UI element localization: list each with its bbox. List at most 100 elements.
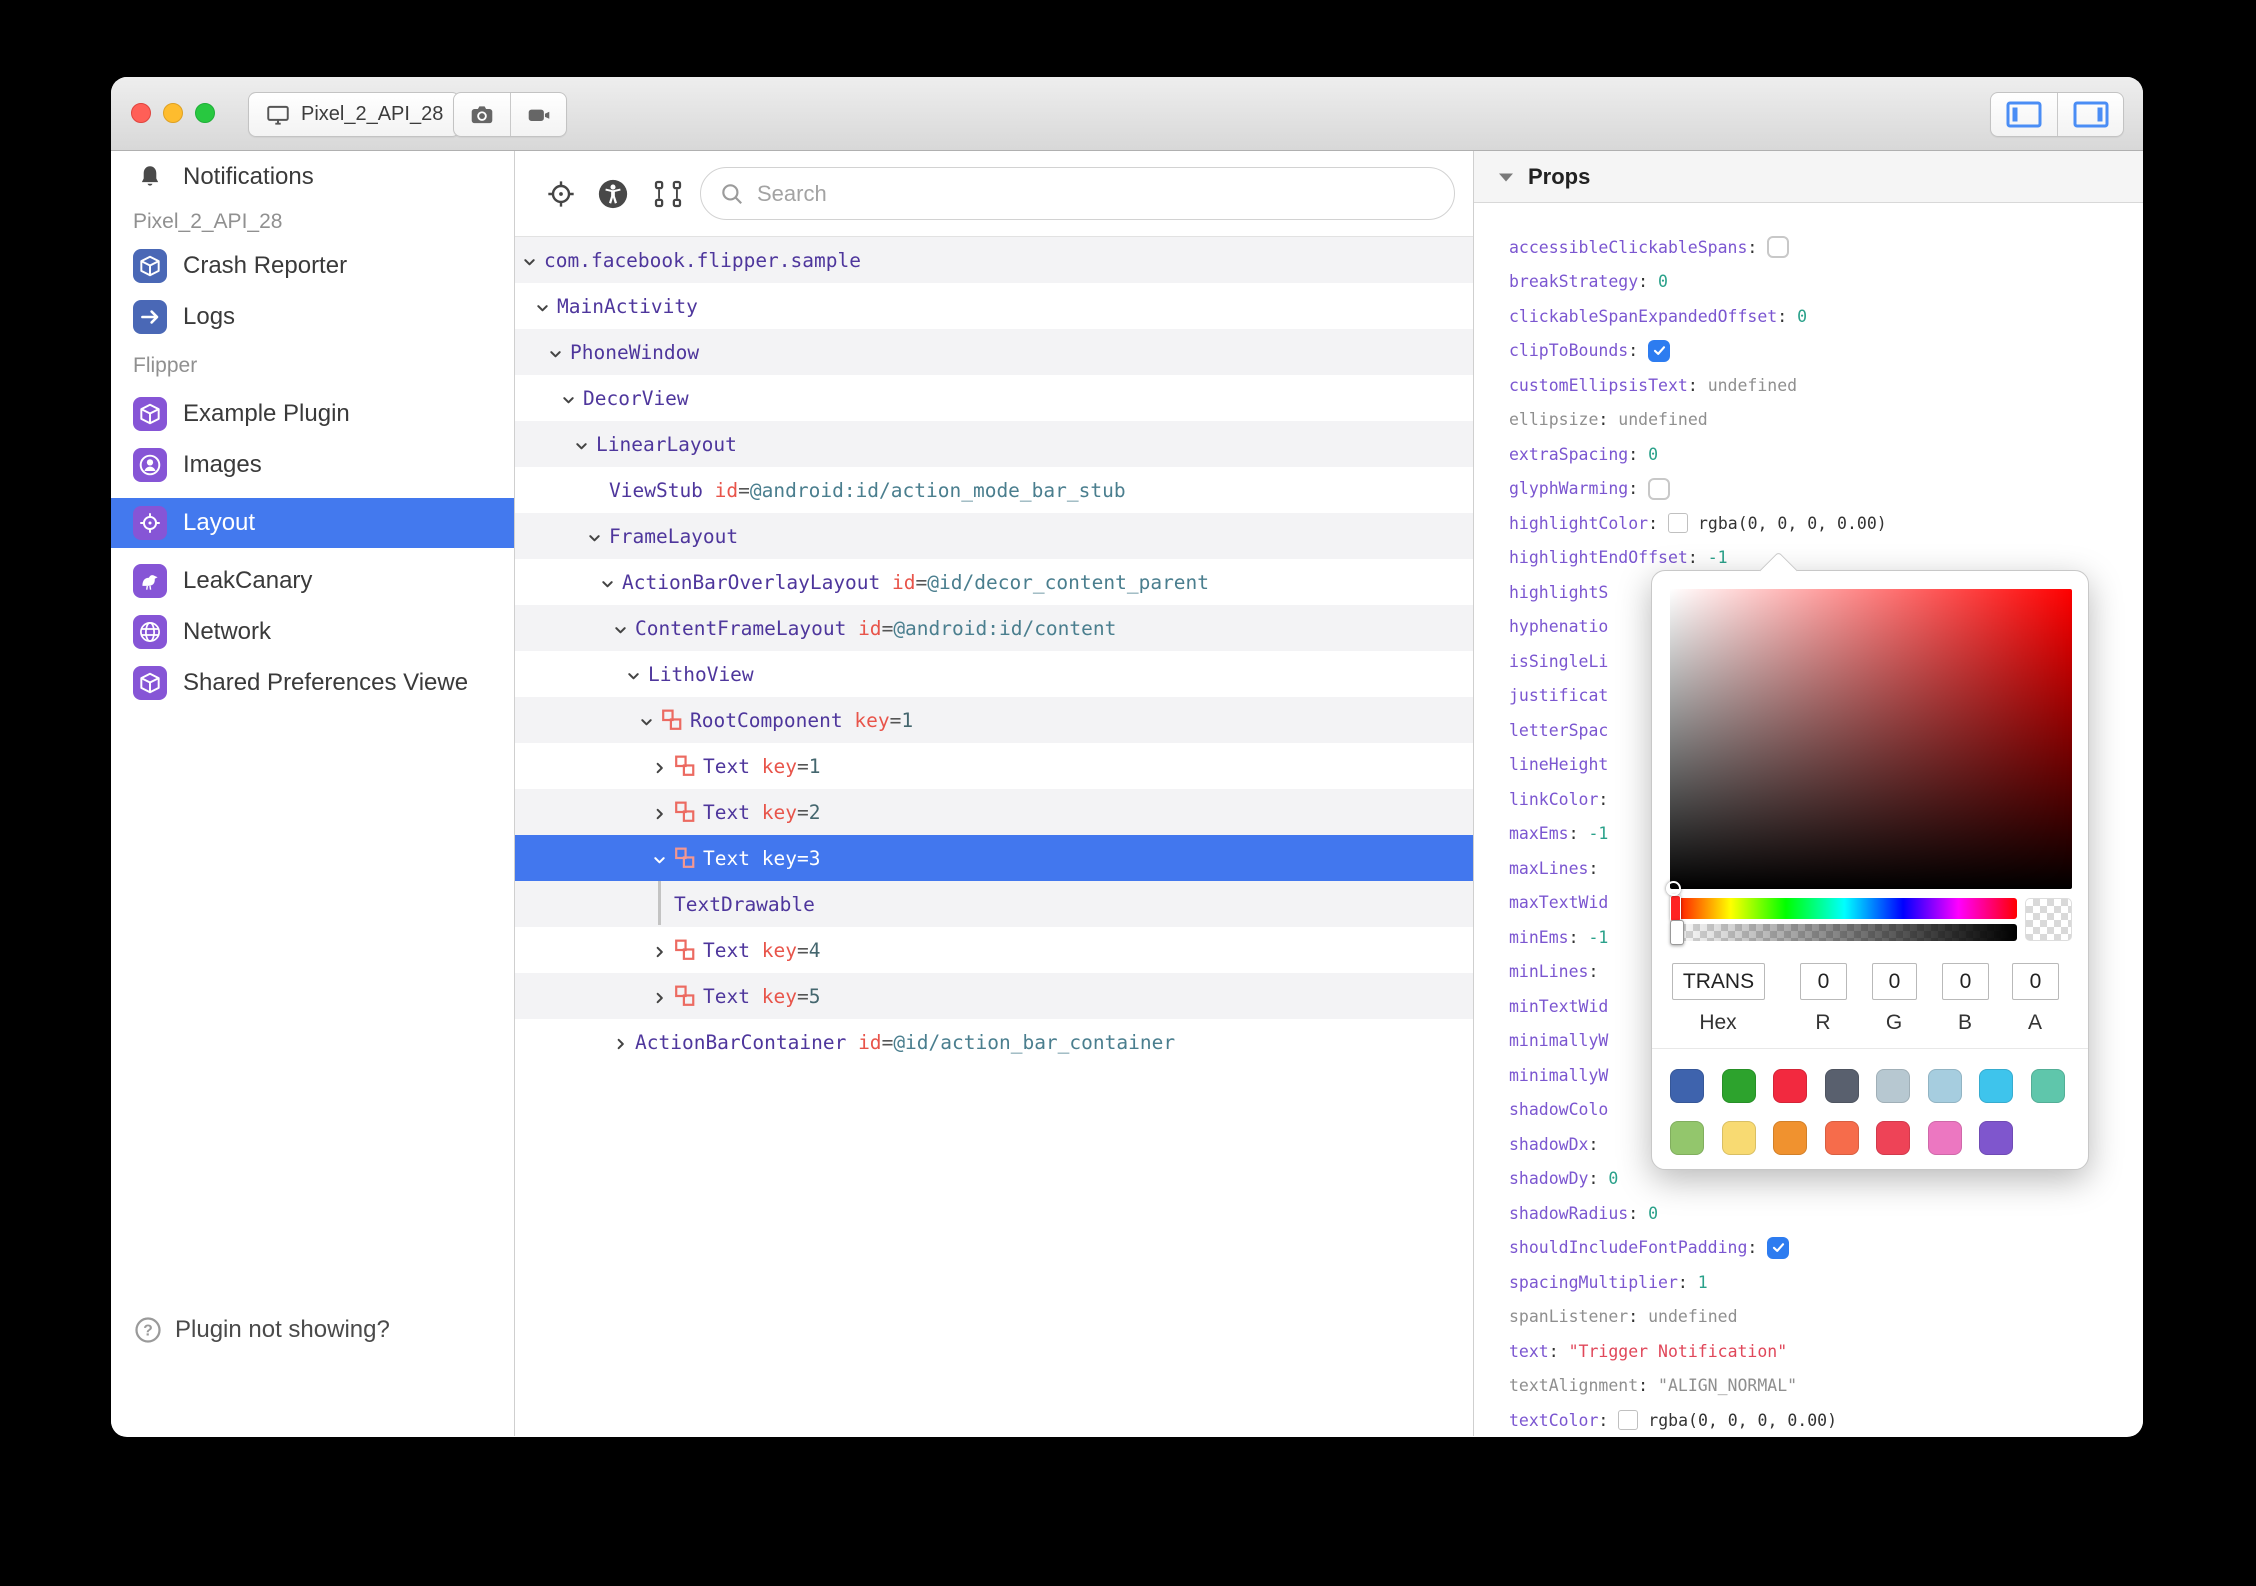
tree-row-text[interactable]: Text key = 5 bbox=[515, 973, 1473, 1019]
sidebar-item-logs[interactable]: Logs bbox=[111, 291, 514, 343]
chevron-right-icon[interactable] bbox=[652, 758, 667, 774]
sidebar-item-shared-preferences-viewe[interactable]: Shared Preferences Viewe bbox=[111, 657, 514, 709]
hue-slider-handle[interactable] bbox=[1670, 895, 1681, 922]
tree-row-rootcomponent[interactable]: RootComponent key = 1 bbox=[515, 697, 1473, 743]
hue-slider[interactable] bbox=[1670, 895, 2017, 922]
chevron-down-icon[interactable] bbox=[548, 344, 563, 360]
sidebar-item-crash-reporter[interactable]: Crash Reporter bbox=[111, 241, 514, 291]
tree-row-text[interactable]: Text key = 3 bbox=[515, 835, 1473, 881]
select-element-icon[interactable] bbox=[652, 178, 684, 210]
chevron-down-icon[interactable] bbox=[522, 252, 537, 268]
tree-row-phonewindow[interactable]: PhoneWindow bbox=[515, 329, 1473, 375]
user-circle-icon bbox=[133, 448, 167, 482]
target-crosshair-icon[interactable] bbox=[545, 178, 577, 210]
hex-input[interactable] bbox=[1672, 963, 1765, 1000]
tree-row-com.facebook.flipper.sample[interactable]: com.facebook.flipper.sample bbox=[515, 237, 1473, 283]
props-header[interactable]: Props bbox=[1474, 151, 2143, 203]
close-window-button[interactable] bbox=[131, 103, 151, 123]
screenshot-button[interactable] bbox=[454, 93, 510, 136]
preset-color-swatch[interactable] bbox=[1670, 1069, 1704, 1103]
blue-input[interactable] bbox=[1942, 963, 1989, 1000]
screen-record-button[interactable] bbox=[510, 93, 566, 136]
checkbox-unchecked[interactable] bbox=[1648, 477, 1671, 500]
sidebar-item-leakcanary[interactable]: LeakCanary bbox=[111, 555, 514, 607]
tree-row-linearlayout[interactable]: LinearLayout bbox=[515, 421, 1473, 467]
tree-row-textdrawable[interactable]: TextDrawable bbox=[515, 881, 1473, 927]
alpha-slider-handle[interactable] bbox=[1670, 920, 1684, 945]
sidebar-item-images[interactable]: Images bbox=[111, 439, 514, 491]
tree-row-text[interactable]: Text key = 2 bbox=[515, 789, 1473, 835]
green-input[interactable] bbox=[1872, 963, 1917, 1000]
chevron-down-icon[interactable] bbox=[600, 574, 615, 590]
checkbox-checked[interactable] bbox=[1648, 339, 1671, 362]
prop-key: spacingMultiplier bbox=[1509, 1272, 1678, 1292]
tree-row-contentframelayout[interactable]: ContentFrameLayout id = @android:id/conten… bbox=[515, 605, 1473, 651]
color-value-swatch[interactable] bbox=[1618, 1410, 1639, 1431]
tree-row-text[interactable]: Text key = 1 bbox=[515, 743, 1473, 789]
litho-component-icon bbox=[674, 939, 696, 961]
chevron-down-icon[interactable] bbox=[626, 666, 641, 682]
sidebar-section-label: Flipper bbox=[133, 354, 198, 377]
preset-color-swatch[interactable] bbox=[1979, 1121, 2013, 1155]
minimize-window-button[interactable] bbox=[163, 103, 183, 123]
saturation-value-area[interactable] bbox=[1670, 589, 2072, 889]
preset-color-swatch[interactable] bbox=[1876, 1121, 1910, 1155]
chevron-right-icon[interactable] bbox=[613, 1034, 628, 1050]
preset-color-swatch[interactable] bbox=[1876, 1069, 1910, 1103]
prop-row-breakStrategy: breakStrategy: 0 bbox=[1509, 265, 2143, 300]
preset-color-swatch[interactable] bbox=[1721, 1121, 1756, 1155]
preset-color-swatch[interactable] bbox=[1927, 1069, 1962, 1103]
chevron-right-icon[interactable] bbox=[652, 804, 667, 820]
chevron-down-icon[interactable] bbox=[652, 850, 667, 866]
chevron-right-icon[interactable] bbox=[652, 942, 667, 958]
tree-row-lithoview[interactable]: LithoView bbox=[515, 651, 1473, 697]
search-input[interactable] bbox=[755, 179, 1436, 208]
zoom-window-button[interactable] bbox=[195, 103, 215, 123]
tree-row-viewstub[interactable]: ViewStub id = @android:id/action_mode_bar_… bbox=[515, 467, 1473, 513]
preset-color-swatch[interactable] bbox=[1979, 1069, 2013, 1103]
color-value-swatch[interactable] bbox=[1667, 513, 1688, 534]
chevron-down-icon[interactable] bbox=[574, 436, 589, 452]
preset-color-swatch[interactable] bbox=[1773, 1121, 1807, 1155]
chevron-down-icon[interactable] bbox=[535, 298, 550, 314]
chevron-down-icon[interactable] bbox=[613, 620, 628, 636]
preset-color-swatch[interactable] bbox=[1773, 1069, 1807, 1103]
tree-row-decorview[interactable]: DecorView bbox=[515, 375, 1473, 421]
alpha-input[interactable] bbox=[2012, 963, 2059, 1000]
red-input[interactable] bbox=[1800, 963, 1847, 1000]
preset-color-swatch[interactable] bbox=[1824, 1069, 1859, 1103]
tree-row-text[interactable]: Text key = 4 bbox=[515, 927, 1473, 973]
tree-row-actionbarcontainer[interactable]: ActionBarContainer id = @id/action_bar_con… bbox=[515, 1019, 1473, 1065]
tree-node-label: Text bbox=[703, 800, 750, 824]
preset-color-swatch[interactable] bbox=[2030, 1069, 2065, 1103]
tree-attr-value: 3 bbox=[808, 846, 821, 870]
flipper-window: Pixel_2_API_28 Notifications Pixel_2_API… bbox=[111, 77, 2143, 1437]
checkbox-checked[interactable] bbox=[1767, 1236, 1790, 1259]
device-selector-button[interactable]: Pixel_2_API_28 bbox=[248, 92, 461, 137]
prop-value: 1 bbox=[1697, 1272, 1708, 1292]
sidebar-item-example-plugin[interactable]: Example Plugin bbox=[111, 389, 514, 439]
saturation-cursor[interactable] bbox=[1666, 881, 1681, 896]
sidebar-item-notifications[interactable]: Notifications bbox=[111, 151, 514, 203]
toggle-right-panel-button[interactable] bbox=[2057, 93, 2123, 136]
plugin-help-link[interactable]: ? Plugin not showing? bbox=[111, 1305, 514, 1355]
preset-color-swatch[interactable] bbox=[1721, 1069, 1756, 1103]
sidebar-item-network[interactable]: Network bbox=[111, 607, 514, 657]
chevron-down-icon[interactable] bbox=[587, 528, 602, 544]
chevron-right-icon[interactable] bbox=[652, 988, 667, 1004]
prop-key: shadowColo bbox=[1509, 1100, 1609, 1120]
checkbox-unchecked[interactable] bbox=[1767, 236, 1790, 259]
tree-row-actionbaroverlaylayout[interactable]: ActionBarOverlayLayout id = @id/decor_cont… bbox=[515, 559, 1473, 605]
tree-row-mainactivity[interactable]: MainActivity bbox=[515, 283, 1473, 329]
tree-row-framelayout[interactable]: FrameLayout bbox=[515, 513, 1473, 559]
chevron-down-icon[interactable] bbox=[639, 712, 654, 728]
preset-color-swatch[interactable] bbox=[1670, 1121, 1704, 1155]
chevron-down-icon[interactable] bbox=[561, 390, 576, 406]
accessibility-icon[interactable] bbox=[597, 178, 629, 210]
alpha-slider[interactable] bbox=[1670, 920, 2017, 945]
preset-color-swatch[interactable] bbox=[1927, 1121, 1962, 1155]
preset-color-swatch[interactable] bbox=[1824, 1121, 1859, 1155]
toggle-left-panel-button[interactable] bbox=[1991, 93, 2057, 136]
sidebar-item-layout[interactable]: Layout bbox=[111, 498, 514, 548]
search-field[interactable] bbox=[700, 167, 1455, 220]
